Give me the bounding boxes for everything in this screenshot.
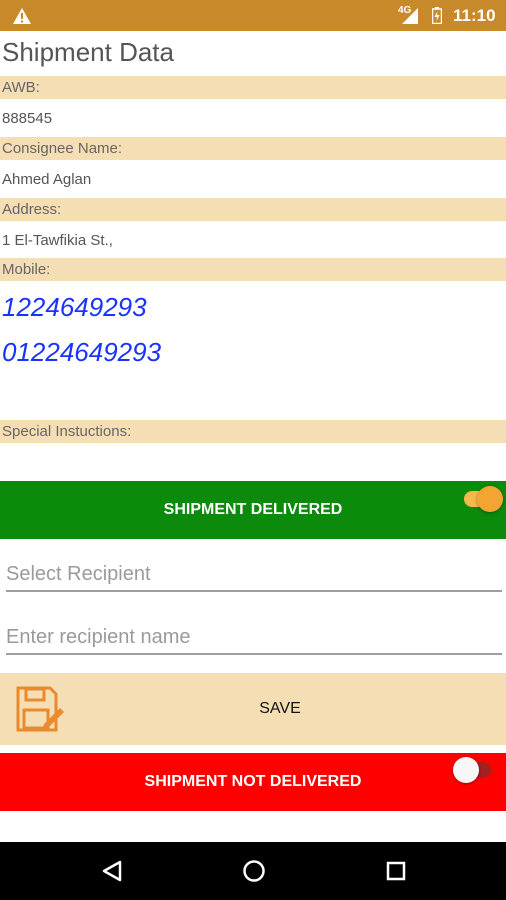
save-button[interactable]: SAVE — [0, 673, 506, 745]
shipment-not-delivered-label: SHIPMENT NOT DELIVERED — [144, 773, 362, 790]
consignee-value: Ahmed Aglan — [2, 171, 92, 188]
mobile-label: Mobile: — [0, 258, 506, 281]
shipment-delivered-label: SHIPMENT DELIVERED — [163, 501, 343, 518]
shipment-not-delivered-bar: SHIPMENT NOT DELIVERED — [0, 753, 506, 811]
special-instructions-label: Special Instuctions: — [0, 420, 506, 443]
toggle-knob — [453, 757, 479, 783]
select-recipient-input[interactable] — [6, 560, 502, 588]
floppy-pencil-icon — [16, 686, 64, 732]
navigation-bar — [0, 842, 506, 900]
recipient-name-field — [6, 623, 502, 655]
clock: 11:10 — [453, 6, 496, 25]
delivered-toggle[interactable] — [464, 486, 503, 512]
back-triangle-icon[interactable] — [100, 859, 124, 883]
awb-value: 888545 — [2, 110, 53, 127]
awb-label: AWB: — [0, 76, 506, 99]
address-label: Address: — [0, 198, 506, 221]
address-value: 1 El-Tawfikia St., — [2, 232, 113, 249]
shipment-delivered-bar: SHIPMENT DELIVERED — [0, 481, 506, 539]
consignee-label: Consignee Name: — [0, 137, 506, 160]
save-label: SAVE — [259, 700, 301, 717]
battery-icon — [432, 7, 442, 24]
page-title: Shipment Data — [2, 37, 174, 67]
select-recipient-field — [6, 560, 502, 592]
status-bar: 4G 11:10 — [0, 0, 506, 31]
mobile-link-1[interactable]: 1224649293 — [2, 292, 147, 323]
mobile-link-2[interactable]: 01224649293 — [2, 337, 161, 368]
recipient-name-input[interactable] — [6, 623, 502, 651]
home-circle-icon[interactable] — [242, 859, 266, 883]
toggle-knob — [477, 486, 503, 512]
warning-icon — [13, 8, 31, 24]
recents-square-icon[interactable] — [384, 859, 408, 883]
signal-icon — [402, 8, 418, 24]
not-delivered-toggle[interactable] — [453, 757, 491, 783]
